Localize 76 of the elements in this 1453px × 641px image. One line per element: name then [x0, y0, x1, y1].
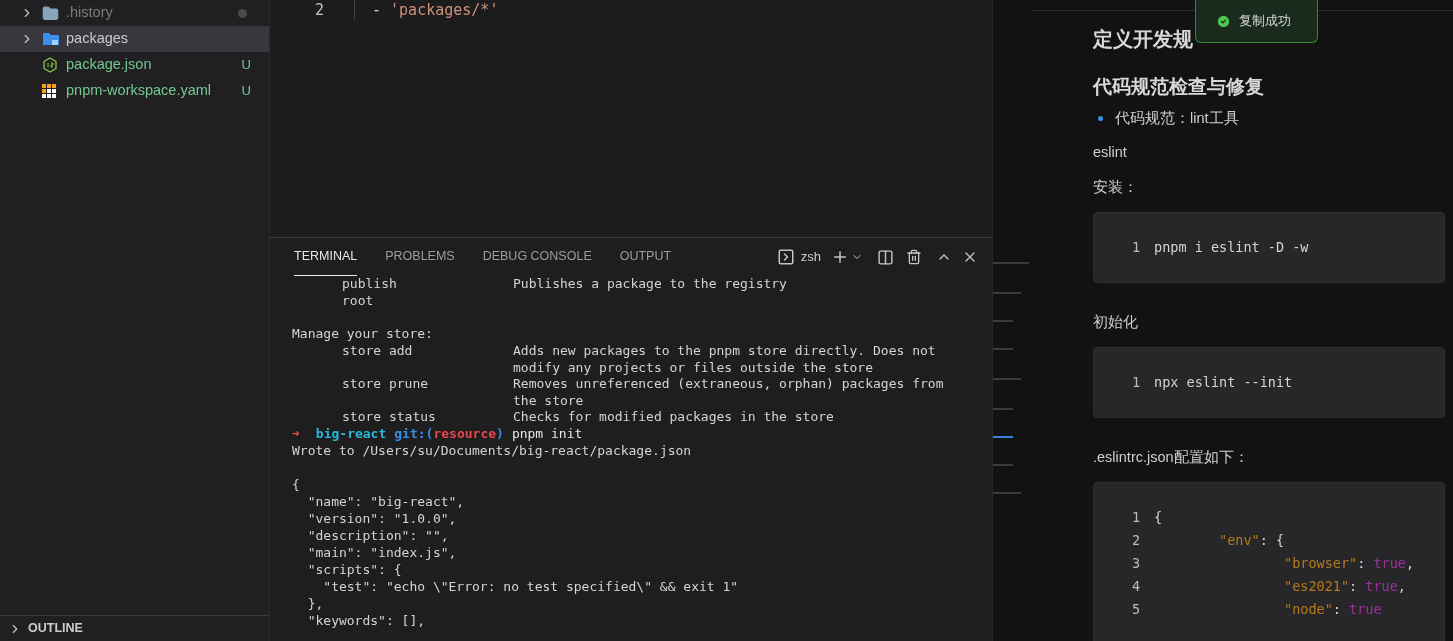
- node-hexagon-icon: [42, 57, 58, 73]
- command-description: Checks for modified packages in the store: [513, 409, 835, 426]
- line-number: 4: [1132, 578, 1142, 595]
- folder-icon: [42, 31, 60, 47]
- terminal-icon[interactable]: [776, 248, 795, 266]
- command-name: store prune: [342, 376, 430, 393]
- shell-name[interactable]: zsh: [800, 247, 821, 267]
- git-label: ): [496, 425, 504, 443]
- code-line: "node": true: [1283, 601, 1382, 618]
- explorer-item[interactable]: packages: [0, 26, 269, 52]
- toast-message: 复制成功: [1239, 12, 1291, 31]
- paragraph-text: 初始化: [1093, 313, 1138, 332]
- line-number: 5: [1132, 601, 1142, 618]
- terminal-line: "test": "echo \"Error: no test specified\" && exit 1": [322, 578, 740, 596]
- folder-icon: [42, 4, 59, 22]
- panel-tab[interactable]: DEBUG CONSOLE: [482, 238, 592, 276]
- terminal-line: "main": "index.js",: [306, 544, 458, 562]
- line-number: 1: [1132, 239, 1142, 256]
- outline-header[interactable]: OUTLINE: [0, 615, 269, 641]
- line-number: 1: [1132, 374, 1142, 391]
- explorer-item[interactable]: package.json U: [0, 52, 269, 78]
- code-line: "es2021": true,: [1283, 578, 1406, 595]
- command-description: Adds new packages to the pnpm store directly. Does not modify any projects or files outside the store: [513, 343, 937, 376]
- explorer-item[interactable]: .history: [0, 0, 269, 26]
- split-icon[interactable]: [877, 248, 894, 266]
- command-name: store status: [342, 409, 437, 426]
- code-line: - 'packages/*': [371, 0, 499, 21]
- command-name: publish: [342, 276, 398, 293]
- terminal-line: "description": "",: [306, 527, 450, 545]
- terminal-line: Manage your store:: [292, 326, 434, 343]
- typed-command: pnpm init: [511, 425, 583, 443]
- terminal-line: "version": "1.0.0",: [306, 510, 458, 528]
- outline-label: OUTLINE: [28, 620, 83, 638]
- check-icon: [1216, 13, 1231, 29]
- terminal-line: "name": "big-react",: [306, 493, 466, 511]
- file-name: pnpm-workspace.yaml: [66, 81, 213, 101]
- trash-icon[interactable]: [906, 249, 922, 265]
- explorer-item[interactable]: pnpm-workspace.yaml U: [0, 78, 269, 104]
- command-description: Removes unreferenced (extraneous, orphan) packages from the store: [513, 376, 945, 409]
- terminal-line: Wrote to /Users/su/Documents/big-react/package.json: [292, 442, 693, 460]
- section-heading: 代码规范检查与修复: [1093, 75, 1265, 99]
- prompt-directory: big-react: [315, 425, 387, 443]
- paragraph-text: .eslintrc.json配置如下：: [1093, 448, 1249, 467]
- terminal-line: {: [292, 476, 301, 494]
- document-heading: 定义开发规: [1093, 27, 1194, 52]
- grid-icon: [42, 84, 57, 98]
- code-line: {: [1154, 509, 1163, 526]
- terminal-line: },: [306, 595, 325, 613]
- line-number: 3: [1132, 555, 1142, 572]
- add-terminal-icon[interactable]: [831, 248, 849, 266]
- command-description: Publishes a package to the registry: [513, 276, 788, 293]
- code-line: npx eslint --init: [1154, 374, 1293, 391]
- git-label: git:(: [394, 425, 434, 443]
- terminal-line: "scripts": {: [306, 561, 403, 579]
- git-status-label: U: [241, 82, 251, 101]
- code-line: "env": {: [1218, 532, 1285, 549]
- panel-tab[interactable]: PROBLEMS: [385, 238, 455, 276]
- git-status-label: U: [241, 56, 251, 75]
- code-line: "browser": true,: [1283, 555, 1415, 572]
- git-branch: resource: [433, 425, 497, 443]
- command-name: store add: [342, 343, 414, 360]
- line-number: 2: [1132, 532, 1142, 549]
- bullet-text: 代码规范：lint工具: [1115, 109, 1239, 128]
- paragraph-text: 安装：: [1093, 178, 1138, 197]
- code-line: pnpm i eslint -D -w: [1154, 239, 1309, 256]
- panel-tab[interactable]: OUTPUT: [619, 238, 672, 276]
- line-number: 2: [313, 0, 324, 21]
- file-name: packages: [66, 29, 130, 49]
- prompt-arrow: ➜: [292, 425, 300, 443]
- file-name: .history: [66, 3, 114, 23]
- paragraph-text: eslint: [1093, 143, 1127, 162]
- command-name: root: [342, 292, 375, 309]
- panel-tab[interactable]: TERMINAL: [294, 238, 358, 276]
- file-name: package.json: [66, 55, 153, 75]
- line-number: 1: [1132, 509, 1142, 526]
- terminal-line: "keywords": [],: [306, 612, 427, 630]
